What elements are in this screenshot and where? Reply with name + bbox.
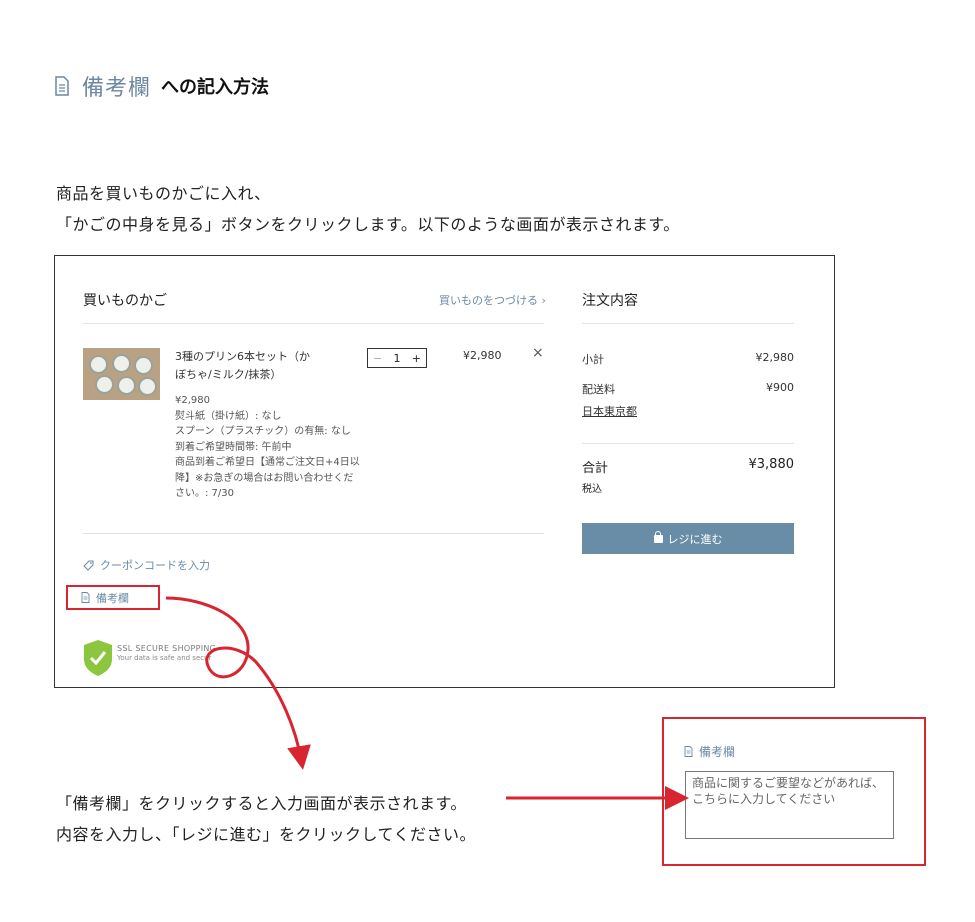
- shipping-region-link[interactable]: 日本東京都: [582, 403, 637, 419]
- heading-rest: への記入方法: [161, 77, 270, 98]
- quantity-value: 1: [393, 351, 401, 365]
- ssl-badge: SSL SECURE SHOPPING Your data is safe an…: [83, 639, 216, 677]
- memo-link-highlight[interactable]: 備考欄: [66, 585, 160, 610]
- divider: [83, 323, 544, 324]
- callout-line-1: 「備考欄」をクリックすると入力画面が表示されます。: [56, 794, 467, 813]
- coupon-label: クーポンコードを入力: [100, 559, 210, 572]
- product-thumbnail[interactable]: [83, 348, 160, 400]
- quantity-stepper[interactable]: − 1 +: [367, 348, 427, 368]
- tag-icon: [83, 560, 94, 571]
- subtotal-label: 小計: [582, 353, 604, 366]
- ssl-title: SSL SECURE SHOPPING: [117, 644, 217, 653]
- summary-title: 注文内容: [582, 293, 638, 309]
- tax-note: 税込: [582, 484, 602, 495]
- heading-accent: 備考欄: [82, 76, 152, 101]
- memo-textarea[interactable]: [685, 771, 894, 839]
- shipping-label: 配送料: [582, 383, 615, 396]
- shipping-value: ¥900: [766, 381, 794, 394]
- checkout-button[interactable]: レジに進む: [582, 523, 794, 554]
- page-heading: 備考欄 への記入方法: [54, 70, 269, 102]
- item-price: ¥2,980: [463, 349, 502, 362]
- intro-line-2: 「かごの中身を見る」ボタンをクリックします。以下のような画面が表示されます。: [56, 215, 680, 234]
- document-icon: [81, 592, 90, 603]
- cart-title: 買いものかご: [83, 293, 167, 309]
- memo-field-label: 備考欄: [684, 743, 735, 760]
- product-name[interactable]: 3種のプリン6本セット（か ぼちゃ/ミルク/抹茶）: [175, 348, 310, 384]
- item-options: ¥2,980 熨斗紙（掛け紙）: なし スプーン（プラスチック）の有無: なし …: [175, 395, 360, 499]
- memo-zoom-panel: 備考欄: [662, 717, 926, 866]
- checkout-label: レジに進む: [667, 532, 723, 546]
- subtotal-value: ¥2,980: [755, 351, 795, 364]
- close-icon[interactable]: ×: [532, 345, 544, 361]
- coupon-link[interactable]: クーポンコードを入力: [83, 557, 210, 573]
- divider: [582, 443, 794, 444]
- cart-screenshot: 買いものかご 買いものをつづける › 3種のプリン6本セット（か ぼちゃ/ミルク…: [54, 255, 835, 688]
- document-icon: [684, 746, 693, 757]
- minus-icon[interactable]: −: [373, 352, 382, 365]
- total-value: ¥3,880: [748, 457, 795, 472]
- shield-check-icon: [84, 640, 112, 676]
- continue-shopping-link[interactable]: 買いものをつづける ›: [439, 292, 546, 308]
- lock-icon: [653, 530, 663, 543]
- callout-line-2: 内容を入力し、「レジに進む」をクリックしてください。: [56, 825, 477, 844]
- divider: [582, 323, 794, 324]
- total-label: 合計: [582, 461, 609, 476]
- ssl-subtitle: Your data is safe and secur: [117, 654, 212, 662]
- intro-line-1: 商品を買いものかごに入れ、: [56, 184, 271, 203]
- memo-label: 備考欄: [96, 591, 129, 605]
- divider: [83, 533, 544, 534]
- document-icon: [55, 76, 69, 96]
- plus-icon[interactable]: +: [412, 352, 421, 365]
